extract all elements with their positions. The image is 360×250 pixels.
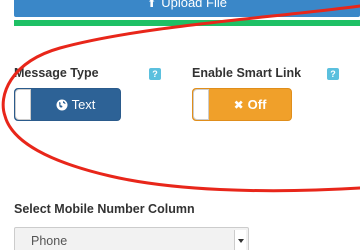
toggle-knob xyxy=(15,89,31,120)
message-type-state: Text xyxy=(71,97,96,112)
globe-icon xyxy=(56,99,68,110)
message-type-toggle[interactable]: Text xyxy=(14,88,121,121)
upload-progress-bar xyxy=(14,20,360,26)
smart-link-label: Enable Smart Link xyxy=(192,66,302,80)
dropdown-arrow[interactable] xyxy=(234,230,246,250)
smart-link-toggle[interactable]: ✖ Off xyxy=(192,88,292,121)
mobile-column-label: Select Mobile Number Column xyxy=(14,202,195,216)
chevron-down-icon xyxy=(237,239,244,243)
mobile-column-value: Phone xyxy=(31,234,68,248)
message-type-help-icon[interactable]: ? xyxy=(149,68,161,80)
mobile-column-select[interactable]: Phone xyxy=(14,227,249,250)
toggle-knob xyxy=(193,89,209,120)
upload-file-label: Upload File xyxy=(161,0,227,10)
close-icon: ✖ xyxy=(233,97,244,112)
upload-icon: ⬆ xyxy=(147,0,157,10)
smart-link-state: Off xyxy=(247,97,267,112)
smart-link-help-icon[interactable]: ? xyxy=(327,68,339,80)
upload-file-button[interactable]: ⬆ Upload File xyxy=(14,0,360,17)
message-type-label: Message Type xyxy=(14,66,99,80)
